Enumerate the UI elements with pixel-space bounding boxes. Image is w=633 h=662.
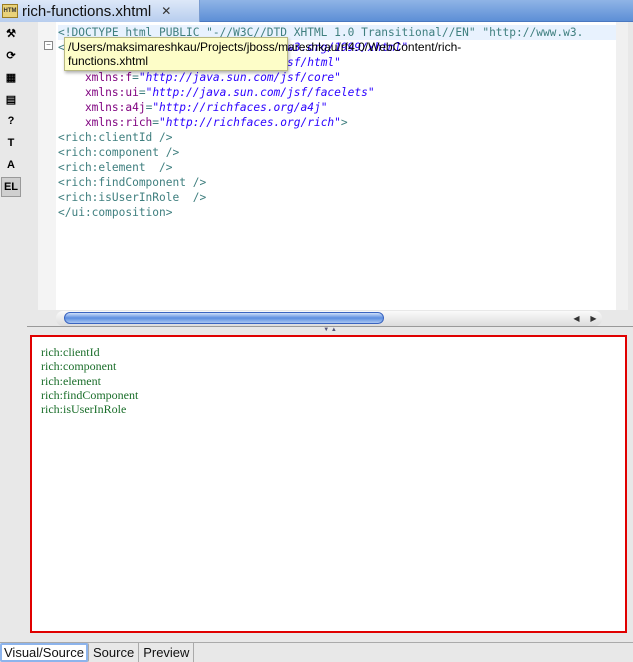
code-token: </ui:composition> xyxy=(58,206,173,219)
code-line: <rich:element /> xyxy=(58,160,618,175)
visual-toolbar: ⚒ ⟳ ▦ ▤? T A EL xyxy=(0,22,22,199)
tab-source[interactable]: Source xyxy=(89,643,140,662)
tab-preview[interactable]: Preview xyxy=(139,643,195,662)
code-token: <rich:clientId /> xyxy=(58,131,173,144)
code-token: "http://richfaces.org/a4j" xyxy=(152,101,328,114)
code-line: <rich:component /> xyxy=(58,145,618,160)
scroll-right-icon[interactable]: ▶ xyxy=(590,314,596,323)
code-token: xmlns:ui xyxy=(58,86,139,99)
code-line: <rich:findComponent /> xyxy=(58,175,618,190)
close-icon[interactable]: ✕ xyxy=(161,4,171,18)
code-token: = xyxy=(138,86,146,99)
code-token: "http://richfaces.org/rich" xyxy=(159,116,341,129)
palette-icon[interactable]: A xyxy=(1,155,21,175)
fold-toggle-icon[interactable]: − xyxy=(44,41,53,50)
horizontal-scrollbar[interactable] xyxy=(56,311,602,326)
xhtml-file-icon: HTM xyxy=(2,4,18,18)
scroll-left-icon[interactable]: ◀ xyxy=(573,314,579,323)
splitter-handle[interactable]: ▼ ▲ xyxy=(27,326,633,333)
code-token: <rich:element /> xyxy=(58,161,173,174)
properties-icon[interactable]: ▦ xyxy=(1,67,21,87)
scrollbar-thumb[interactable] xyxy=(64,312,384,324)
el-icon[interactable]: EL xyxy=(1,177,21,197)
tools-icon[interactable]: ⚒ xyxy=(1,23,21,43)
code-token: "http://java.sun.com/jsf/facelets" xyxy=(145,86,375,99)
code-token: xmlns:a4j xyxy=(58,101,146,114)
code-token: <rich:findComponent /> xyxy=(58,176,207,189)
file-path-tooltip: /Users/maksimareshkau/Projects/jboss/mar… xyxy=(64,37,461,71)
visual-text-line: rich:element xyxy=(41,373,101,388)
visual-text-line: rich:isUserInRole xyxy=(41,402,127,417)
code-token: xmlns:rich xyxy=(58,116,153,129)
visual-pane[interactable]: rich:clientId rich:component rich:element r… xyxy=(30,335,627,633)
bottom-tabs: Visual/Source Source Preview xyxy=(0,642,633,662)
visual-text-line: rich:clientId xyxy=(41,345,100,359)
editor-tab-title: rich-functions.xhtml xyxy=(22,2,152,20)
code-line: <rich:isUserInRole /> xyxy=(58,190,618,205)
code-line: xmlns:rich="http://richfaces.org/rich"> xyxy=(58,115,618,130)
code-token: <rich:component /> xyxy=(58,146,180,159)
text-icon[interactable]: T xyxy=(1,133,21,153)
code-token: > xyxy=(340,116,348,129)
code-line: xmlns:ui="http://java.sun.com/jsf/facele… xyxy=(58,85,618,100)
visual-text-line: rich:component xyxy=(41,359,117,374)
tab-visual-source[interactable]: Visual/Source xyxy=(0,643,89,662)
code-token: xmlns:f xyxy=(58,71,133,84)
editor-tab[interactable]: HTM rich-functions.xhtml ✕ xyxy=(0,0,200,22)
code-line: xmlns:a4j="http://richfaces.org/a4j" xyxy=(58,100,618,115)
vertical-scrollbar[interactable] xyxy=(616,22,628,310)
code-line: <rich:clientId /> xyxy=(58,130,618,145)
refresh-icon[interactable]: ⟳ xyxy=(1,45,21,65)
code-line: xmlns:f="http://java.sun.com/jsf/core" xyxy=(58,70,618,85)
page-icon[interactable]: ▤ xyxy=(1,89,21,109)
visual-text-line: rich:findComponent xyxy=(41,387,139,402)
code-token: = xyxy=(132,71,139,84)
code-line: </ui:composition> xyxy=(58,205,618,220)
code-token: <rich:isUserInRole /> xyxy=(58,191,207,204)
editor-tab-bar: HTM rich-functions.xhtml ✕ xyxy=(0,0,633,22)
unknown-tag-icon[interactable]: ? xyxy=(1,111,21,131)
code-token: "http://java.sun.com/jsf/core" xyxy=(138,71,341,84)
